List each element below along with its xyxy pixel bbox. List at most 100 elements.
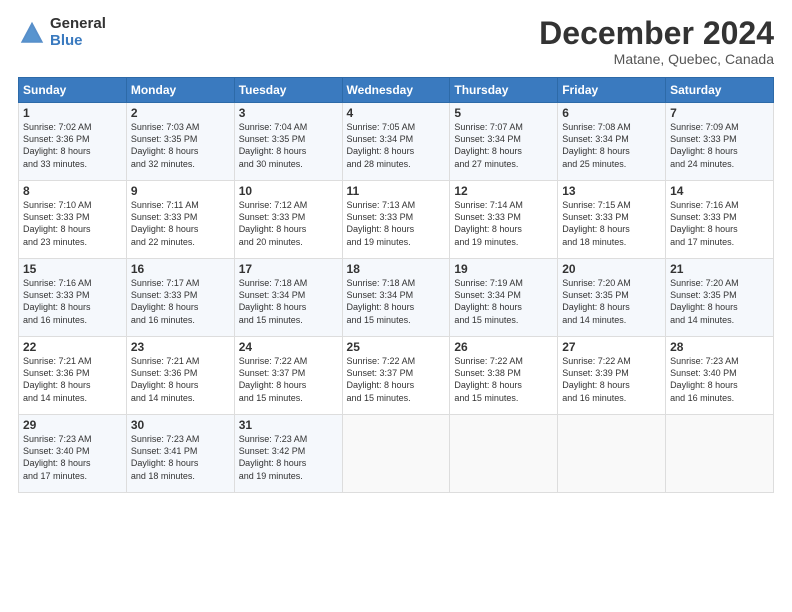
calendar-cell: 8Sunrise: 7:10 AMSunset: 3:33 PMDaylight… xyxy=(19,181,127,259)
day-info: Sunrise: 7:03 AMSunset: 3:35 PMDaylight:… xyxy=(131,121,230,170)
day-info: Sunrise: 7:22 AMSunset: 3:37 PMDaylight:… xyxy=(239,355,338,404)
calendar-cell: 11Sunrise: 7:13 AMSunset: 3:33 PMDayligh… xyxy=(342,181,450,259)
col-thursday: Thursday xyxy=(450,78,558,103)
calendar-cell xyxy=(666,415,774,493)
day-number: 4 xyxy=(347,106,446,120)
day-number: 27 xyxy=(562,340,661,354)
day-info: Sunrise: 7:23 AMSunset: 3:40 PMDaylight:… xyxy=(23,433,122,482)
page: General Blue December 2024 Matane, Quebe… xyxy=(0,0,792,612)
logo-icon xyxy=(18,19,46,47)
day-number: 16 xyxy=(131,262,230,276)
day-info: Sunrise: 7:17 AMSunset: 3:33 PMDaylight:… xyxy=(131,277,230,326)
calendar-cell: 5Sunrise: 7:07 AMSunset: 3:34 PMDaylight… xyxy=(450,103,558,181)
day-info: Sunrise: 7:13 AMSunset: 3:33 PMDaylight:… xyxy=(347,199,446,248)
day-number: 13 xyxy=(562,184,661,198)
day-info: Sunrise: 7:19 AMSunset: 3:34 PMDaylight:… xyxy=(454,277,553,326)
header: General Blue December 2024 Matane, Quebe… xyxy=(18,16,774,67)
day-number: 26 xyxy=(454,340,553,354)
calendar-cell: 9Sunrise: 7:11 AMSunset: 3:33 PMDaylight… xyxy=(126,181,234,259)
calendar-cell: 15Sunrise: 7:16 AMSunset: 3:33 PMDayligh… xyxy=(19,259,127,337)
main-title: December 2024 xyxy=(539,16,774,51)
calendar-week-3: 15Sunrise: 7:16 AMSunset: 3:33 PMDayligh… xyxy=(19,259,774,337)
day-info: Sunrise: 7:21 AMSunset: 3:36 PMDaylight:… xyxy=(23,355,122,404)
day-info: Sunrise: 7:05 AMSunset: 3:34 PMDaylight:… xyxy=(347,121,446,170)
day-number: 14 xyxy=(670,184,769,198)
subtitle: Matane, Quebec, Canada xyxy=(539,51,774,67)
calendar-cell: 28Sunrise: 7:23 AMSunset: 3:40 PMDayligh… xyxy=(666,337,774,415)
calendar-cell: 23Sunrise: 7:21 AMSunset: 3:36 PMDayligh… xyxy=(126,337,234,415)
calendar-cell: 18Sunrise: 7:18 AMSunset: 3:34 PMDayligh… xyxy=(342,259,450,337)
calendar-cell: 10Sunrise: 7:12 AMSunset: 3:33 PMDayligh… xyxy=(234,181,342,259)
day-number: 5 xyxy=(454,106,553,120)
day-number: 28 xyxy=(670,340,769,354)
logo: General Blue xyxy=(18,16,106,49)
day-number: 18 xyxy=(347,262,446,276)
day-info: Sunrise: 7:09 AMSunset: 3:33 PMDaylight:… xyxy=(670,121,769,170)
calendar-cell: 16Sunrise: 7:17 AMSunset: 3:33 PMDayligh… xyxy=(126,259,234,337)
col-tuesday: Tuesday xyxy=(234,78,342,103)
day-info: Sunrise: 7:21 AMSunset: 3:36 PMDaylight:… xyxy=(131,355,230,404)
calendar-cell: 17Sunrise: 7:18 AMSunset: 3:34 PMDayligh… xyxy=(234,259,342,337)
calendar-cell: 4Sunrise: 7:05 AMSunset: 3:34 PMDaylight… xyxy=(342,103,450,181)
calendar-cell: 19Sunrise: 7:19 AMSunset: 3:34 PMDayligh… xyxy=(450,259,558,337)
calendar-cell: 21Sunrise: 7:20 AMSunset: 3:35 PMDayligh… xyxy=(666,259,774,337)
day-number: 30 xyxy=(131,418,230,432)
calendar-cell: 29Sunrise: 7:23 AMSunset: 3:40 PMDayligh… xyxy=(19,415,127,493)
day-number: 11 xyxy=(347,184,446,198)
day-info: Sunrise: 7:23 AMSunset: 3:40 PMDaylight:… xyxy=(670,355,769,404)
calendar-cell: 3Sunrise: 7:04 AMSunset: 3:35 PMDaylight… xyxy=(234,103,342,181)
day-number: 3 xyxy=(239,106,338,120)
day-info: Sunrise: 7:07 AMSunset: 3:34 PMDaylight:… xyxy=(454,121,553,170)
day-info: Sunrise: 7:16 AMSunset: 3:33 PMDaylight:… xyxy=(670,199,769,248)
calendar-cell: 13Sunrise: 7:15 AMSunset: 3:33 PMDayligh… xyxy=(558,181,666,259)
day-info: Sunrise: 7:11 AMSunset: 3:33 PMDaylight:… xyxy=(131,199,230,248)
calendar-cell: 12Sunrise: 7:14 AMSunset: 3:33 PMDayligh… xyxy=(450,181,558,259)
day-number: 19 xyxy=(454,262,553,276)
day-number: 15 xyxy=(23,262,122,276)
header-row: Sunday Monday Tuesday Wednesday Thursday… xyxy=(19,78,774,103)
day-info: Sunrise: 7:23 AMSunset: 3:42 PMDaylight:… xyxy=(239,433,338,482)
calendar-cell: 14Sunrise: 7:16 AMSunset: 3:33 PMDayligh… xyxy=(666,181,774,259)
calendar-cell: 27Sunrise: 7:22 AMSunset: 3:39 PMDayligh… xyxy=(558,337,666,415)
day-number: 2 xyxy=(131,106,230,120)
day-number: 25 xyxy=(347,340,446,354)
calendar-cell xyxy=(450,415,558,493)
calendar-cell: 22Sunrise: 7:21 AMSunset: 3:36 PMDayligh… xyxy=(19,337,127,415)
day-info: Sunrise: 7:22 AMSunset: 3:37 PMDaylight:… xyxy=(347,355,446,404)
calendar-cell xyxy=(558,415,666,493)
calendar-cell: 7Sunrise: 7:09 AMSunset: 3:33 PMDaylight… xyxy=(666,103,774,181)
day-number: 1 xyxy=(23,106,122,120)
day-info: Sunrise: 7:20 AMSunset: 3:35 PMDaylight:… xyxy=(670,277,769,326)
calendar-cell: 30Sunrise: 7:23 AMSunset: 3:41 PMDayligh… xyxy=(126,415,234,493)
day-info: Sunrise: 7:08 AMSunset: 3:34 PMDaylight:… xyxy=(562,121,661,170)
day-number: 22 xyxy=(23,340,122,354)
day-info: Sunrise: 7:10 AMSunset: 3:33 PMDaylight:… xyxy=(23,199,122,248)
day-number: 23 xyxy=(131,340,230,354)
logo-text: General Blue xyxy=(50,16,106,49)
day-number: 31 xyxy=(239,418,338,432)
calendar-cell: 24Sunrise: 7:22 AMSunset: 3:37 PMDayligh… xyxy=(234,337,342,415)
calendar-cell: 20Sunrise: 7:20 AMSunset: 3:35 PMDayligh… xyxy=(558,259,666,337)
day-number: 17 xyxy=(239,262,338,276)
calendar-cell: 31Sunrise: 7:23 AMSunset: 3:42 PMDayligh… xyxy=(234,415,342,493)
day-number: 6 xyxy=(562,106,661,120)
col-friday: Friday xyxy=(558,78,666,103)
col-sunday: Sunday xyxy=(19,78,127,103)
calendar-table: Sunday Monday Tuesday Wednesday Thursday… xyxy=(18,77,774,493)
col-saturday: Saturday xyxy=(666,78,774,103)
day-info: Sunrise: 7:18 AMSunset: 3:34 PMDaylight:… xyxy=(347,277,446,326)
calendar-cell: 26Sunrise: 7:22 AMSunset: 3:38 PMDayligh… xyxy=(450,337,558,415)
calendar-week-2: 8Sunrise: 7:10 AMSunset: 3:33 PMDaylight… xyxy=(19,181,774,259)
calendar-cell: 25Sunrise: 7:22 AMSunset: 3:37 PMDayligh… xyxy=(342,337,450,415)
day-info: Sunrise: 7:02 AMSunset: 3:36 PMDaylight:… xyxy=(23,121,122,170)
col-wednesday: Wednesday xyxy=(342,78,450,103)
calendar-week-1: 1Sunrise: 7:02 AMSunset: 3:36 PMDaylight… xyxy=(19,103,774,181)
day-info: Sunrise: 7:18 AMSunset: 3:34 PMDaylight:… xyxy=(239,277,338,326)
day-number: 9 xyxy=(131,184,230,198)
day-number: 24 xyxy=(239,340,338,354)
col-monday: Monday xyxy=(126,78,234,103)
day-info: Sunrise: 7:16 AMSunset: 3:33 PMDaylight:… xyxy=(23,277,122,326)
day-number: 29 xyxy=(23,418,122,432)
calendar-week-5: 29Sunrise: 7:23 AMSunset: 3:40 PMDayligh… xyxy=(19,415,774,493)
day-info: Sunrise: 7:20 AMSunset: 3:35 PMDaylight:… xyxy=(562,277,661,326)
